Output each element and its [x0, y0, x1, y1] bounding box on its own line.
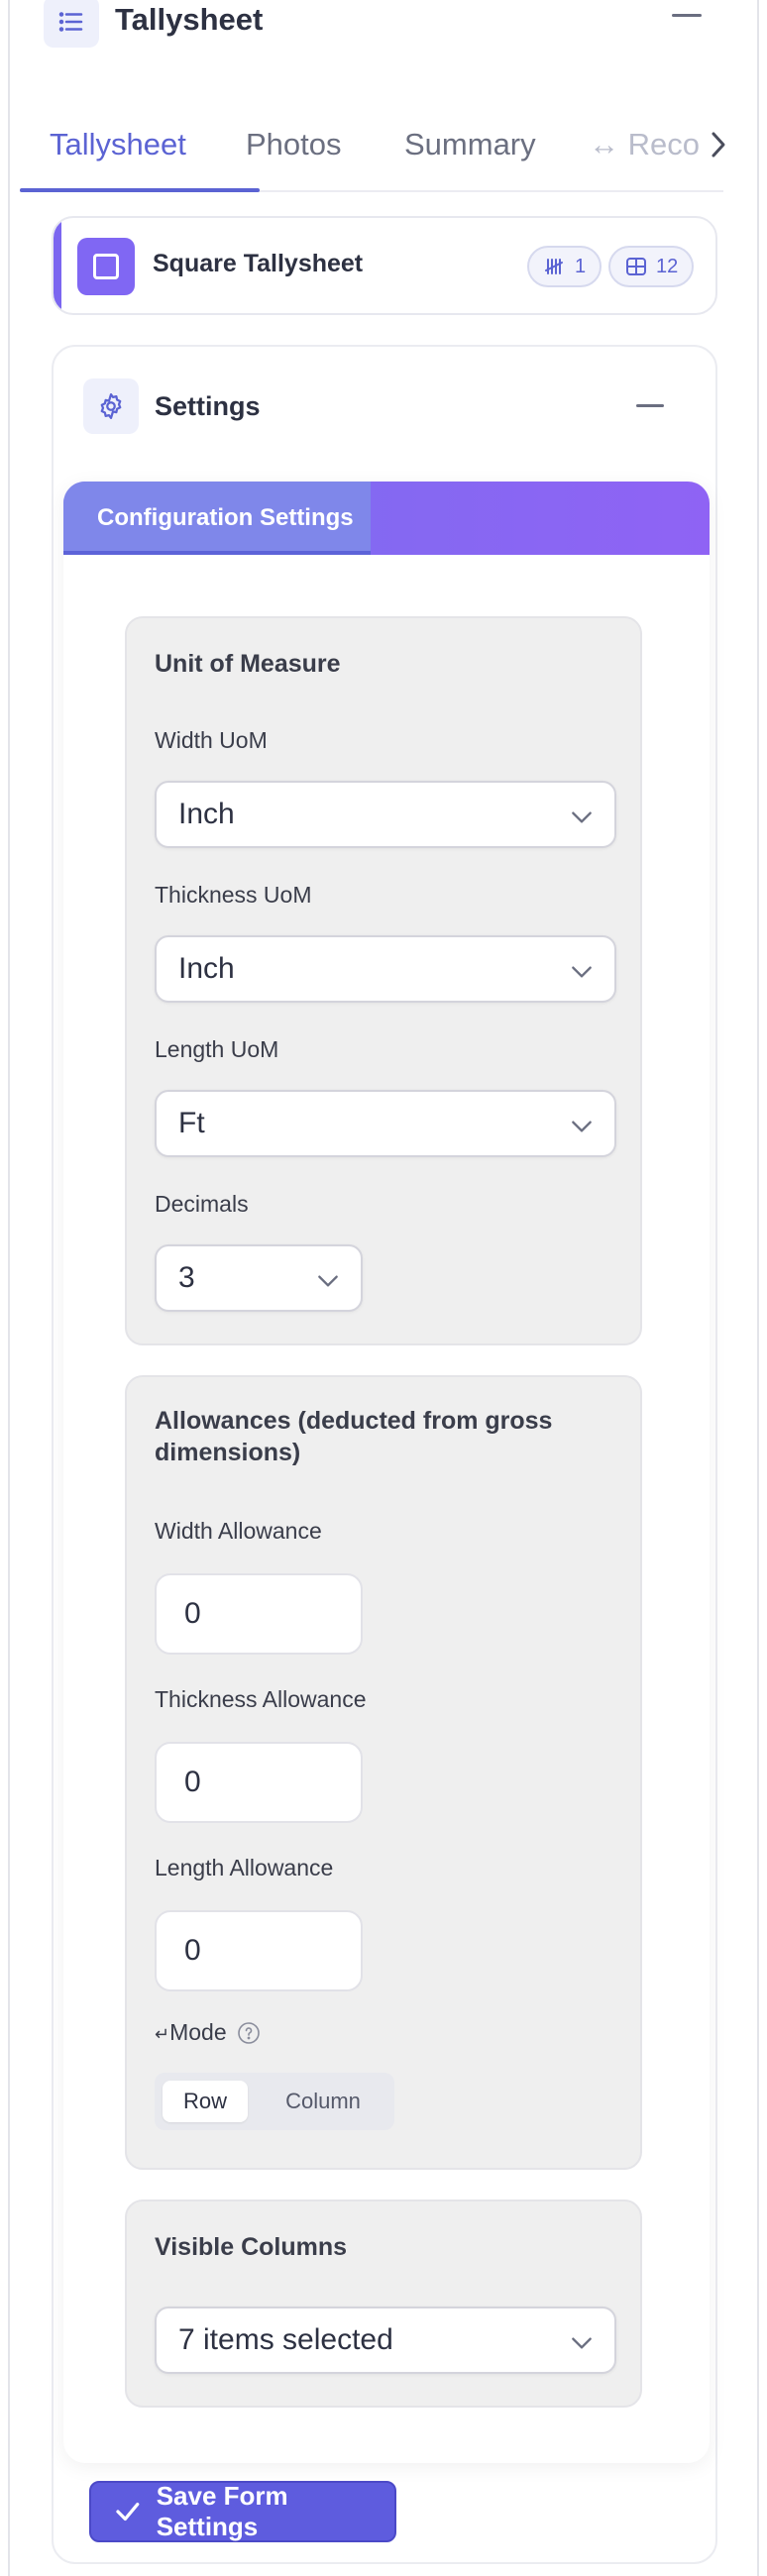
visible-columns-value: 7 items selected: [178, 2323, 393, 2356]
thickness-uom-select[interactable]: Inch: [155, 935, 616, 1003]
menu-button[interactable]: [44, 0, 99, 48]
tally-marks-icon: [545, 259, 563, 274]
mode-toggle: Row Column: [155, 2073, 394, 2130]
uom-title: Unit of Measure: [155, 650, 341, 678]
mode-label-row: ↵Mode: [155, 2019, 261, 2046]
help-circle-icon[interactable]: [237, 2021, 261, 2045]
grid-count-badge: 12: [608, 246, 695, 287]
frame-border-right: [757, 0, 759, 2576]
app-header: Tallysheet: [44, 0, 717, 48]
decimals-select[interactable]: 3: [155, 1244, 363, 1312]
config-tab-indicator: [63, 551, 371, 555]
chevron-down-icon: [572, 966, 592, 978]
chevron-down-icon: [572, 1121, 592, 1132]
width-uom-select[interactable]: Inch: [155, 781, 616, 848]
decimals-label: Decimals: [155, 1191, 249, 1217]
length-allowance-label: Length Allowance: [155, 1855, 334, 1880]
tab-tallysheet[interactable]: Tallysheet: [50, 125, 186, 164]
grid-icon: [626, 258, 646, 275]
page-title: Tallysheet: [115, 2, 264, 37]
gear-icon: [100, 393, 122, 419]
thickness-allowance-label: Thickness Allowance: [155, 1686, 367, 1712]
length-uom-value: Ft: [178, 1107, 205, 1139]
chevron-down-icon: [318, 1275, 338, 1287]
config-tab-bar: Configuration Settings: [63, 482, 710, 555]
active-tab-indicator: [20, 188, 260, 192]
configuration-panel: Configuration Settings Unit of Measure W…: [63, 482, 710, 2463]
settings-icon-box: [83, 378, 139, 434]
unit-of-measure-group: Unit of Measure Width UoM Inch Thickness…: [125, 616, 642, 1345]
visible-columns-select[interactable]: 7 items selected: [155, 2307, 616, 2374]
grid-count: 12: [656, 255, 679, 277]
length-uom-label: Length UoM: [155, 1036, 279, 1062]
tab-configuration-settings[interactable]: Configuration Settings: [63, 482, 371, 555]
visible-columns-group: Visible Columns 7 items selected: [125, 2200, 642, 2408]
card-accent: [54, 218, 61, 313]
mode-row-option[interactable]: Row: [163, 2081, 248, 2122]
save-button-label: Save Form Settings: [156, 2481, 288, 2541]
decimals-value: 3: [178, 1261, 195, 1294]
checkmark-icon: [116, 2502, 140, 2522]
list-icon: [58, 12, 83, 32]
tally-count: 1: [575, 255, 587, 277]
chevron-down-icon: [572, 811, 592, 823]
width-allowance-input[interactable]: 0: [155, 1573, 363, 1655]
frame-border-left: [8, 0, 10, 2576]
tally-count-badge: 1: [527, 246, 603, 287]
tab-bar: Tallysheet Photos Summary ↔ Reco: [20, 111, 725, 192]
mode-column-option[interactable]: Column: [262, 2081, 384, 2122]
thickness-uom-label: Thickness UoM: [155, 882, 312, 908]
chevron-down-icon: [572, 2337, 592, 2349]
chevron-right-icon: [712, 132, 725, 158]
width-uom-value: Inch: [178, 798, 235, 830]
allowances-group: Allowances (deducted from gross dimensio…: [125, 1375, 642, 2170]
settings-collapse-icon[interactable]: [636, 404, 664, 407]
width-uom-label: Width UoM: [155, 727, 268, 753]
thickness-allowance-input[interactable]: 0: [155, 1742, 363, 1823]
collapse-icon[interactable]: [672, 14, 702, 17]
settings-card: Settings Configuration Settings Unit of …: [52, 345, 717, 2564]
square-icon: [77, 238, 135, 295]
width-allowance-label: Width Allowance: [155, 1518, 322, 1544]
mode-label: Mode: [169, 2019, 227, 2045]
visible-columns-title: Visible Columns: [155, 2233, 348, 2261]
settings-title: Settings: [155, 391, 261, 421]
tab-scroll-right-button[interactable]: [704, 125, 733, 164]
allowances-title: Allowances (deducted from gross dimensio…: [155, 1407, 553, 1466]
save-form-settings-button[interactable]: Save Form Settings: [89, 2481, 396, 2542]
square-tallysheet-card[interactable]: Square Tallysheet 1 12: [52, 216, 717, 315]
tab-summary[interactable]: Summary: [404, 125, 536, 164]
return-icon: ↵: [155, 2024, 170, 2044]
square-tallysheet-title: Square Tallysheet: [153, 250, 364, 277]
tab-reconcile[interactable]: ↔ Reco: [589, 125, 700, 164]
length-allowance-input[interactable]: 0: [155, 1910, 363, 1991]
thickness-uom-value: Inch: [178, 952, 235, 985]
tab-photos[interactable]: Photos: [246, 125, 342, 164]
length-uom-select[interactable]: Ft: [155, 1090, 616, 1157]
